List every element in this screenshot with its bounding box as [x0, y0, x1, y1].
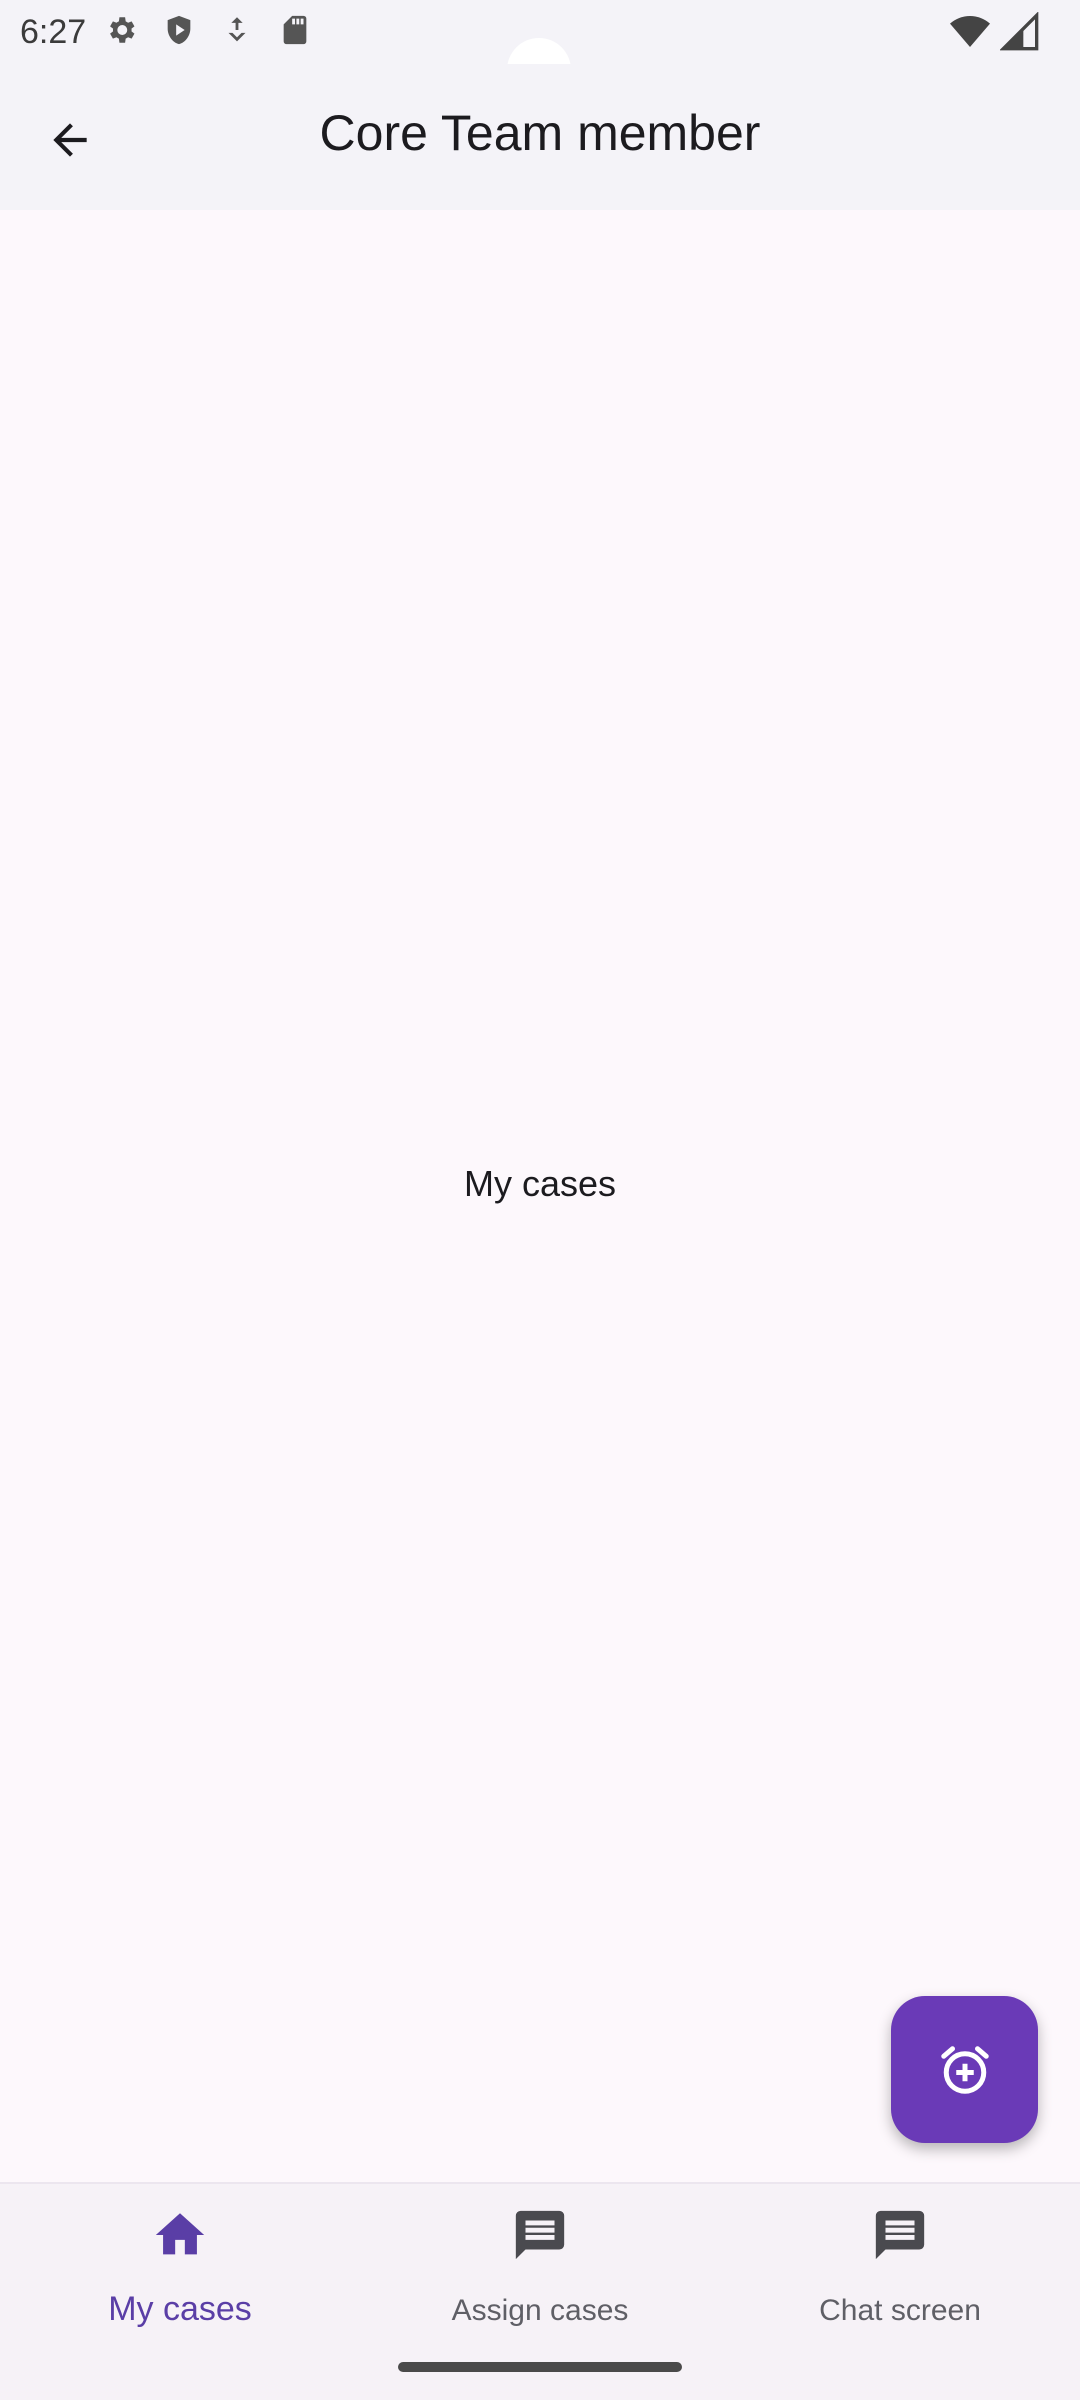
settings-icon	[104, 13, 138, 52]
page-title: Core Team member	[319, 105, 761, 161]
nav-item-my-cases[interactable]: My cases	[0, 2184, 360, 2400]
screen: 6:27 Core Team member My cases My cases …	[0, 0, 1080, 2400]
alarm-add-icon	[940, 2045, 989, 2094]
signal-icon	[999, 11, 1040, 57]
main-content: My cases	[0, 210, 1080, 2182]
nav-item-chat-screen[interactable]: Chat screen	[720, 2184, 1080, 2400]
nav-label-my-cases: My cases	[108, 2290, 252, 2328]
message-icon	[871, 2206, 929, 2269]
add-alarm-fab[interactable]	[891, 1996, 1038, 2143]
nav-label-assign-cases: Assign cases	[451, 2294, 629, 2327]
status-icons-right	[950, 11, 1040, 57]
shield-icon	[162, 13, 196, 52]
home-icon	[151, 2206, 209, 2269]
nav-label-chat-screen: Chat screen	[819, 2294, 981, 2327]
app-bar: Core Team member	[0, 64, 1080, 210]
sd-card-icon	[278, 13, 312, 52]
wifi-icon	[950, 12, 990, 57]
download-icon	[220, 13, 254, 52]
message-icon	[511, 2206, 569, 2269]
content-text: My cases	[463, 1163, 617, 1204]
status-time: 6:27	[20, 12, 87, 51]
status-icons-left	[104, 13, 312, 52]
gesture-navigation-bar[interactable]	[398, 2362, 682, 2372]
